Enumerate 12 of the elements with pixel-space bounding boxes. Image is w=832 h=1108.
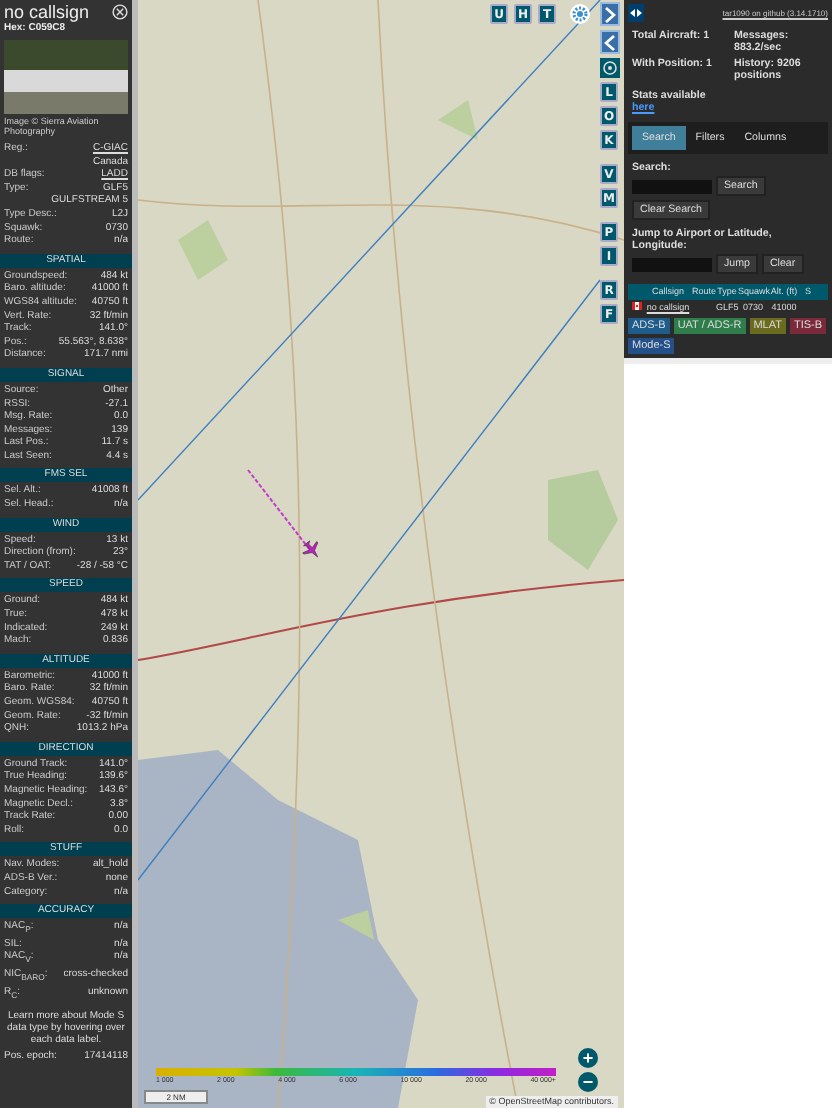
airplane-icon[interactable]: [302, 540, 322, 560]
jump-field[interactable]: [632, 257, 712, 271]
close-icon[interactable]: [112, 4, 128, 20]
aircraft-callsign: no callsign: [4, 2, 90, 22]
flag-icon: [631, 302, 641, 310]
chevron-left-icon[interactable]: [600, 30, 620, 54]
expand-icon[interactable]: [628, 4, 644, 22]
scrollbar[interactable]: [132, 0, 138, 1108]
search-field[interactable]: [632, 179, 712, 193]
settings-icon[interactable]: [570, 4, 590, 24]
photo-placeholder: [4, 40, 128, 114]
chevron-right-icon[interactable]: [600, 2, 620, 26]
